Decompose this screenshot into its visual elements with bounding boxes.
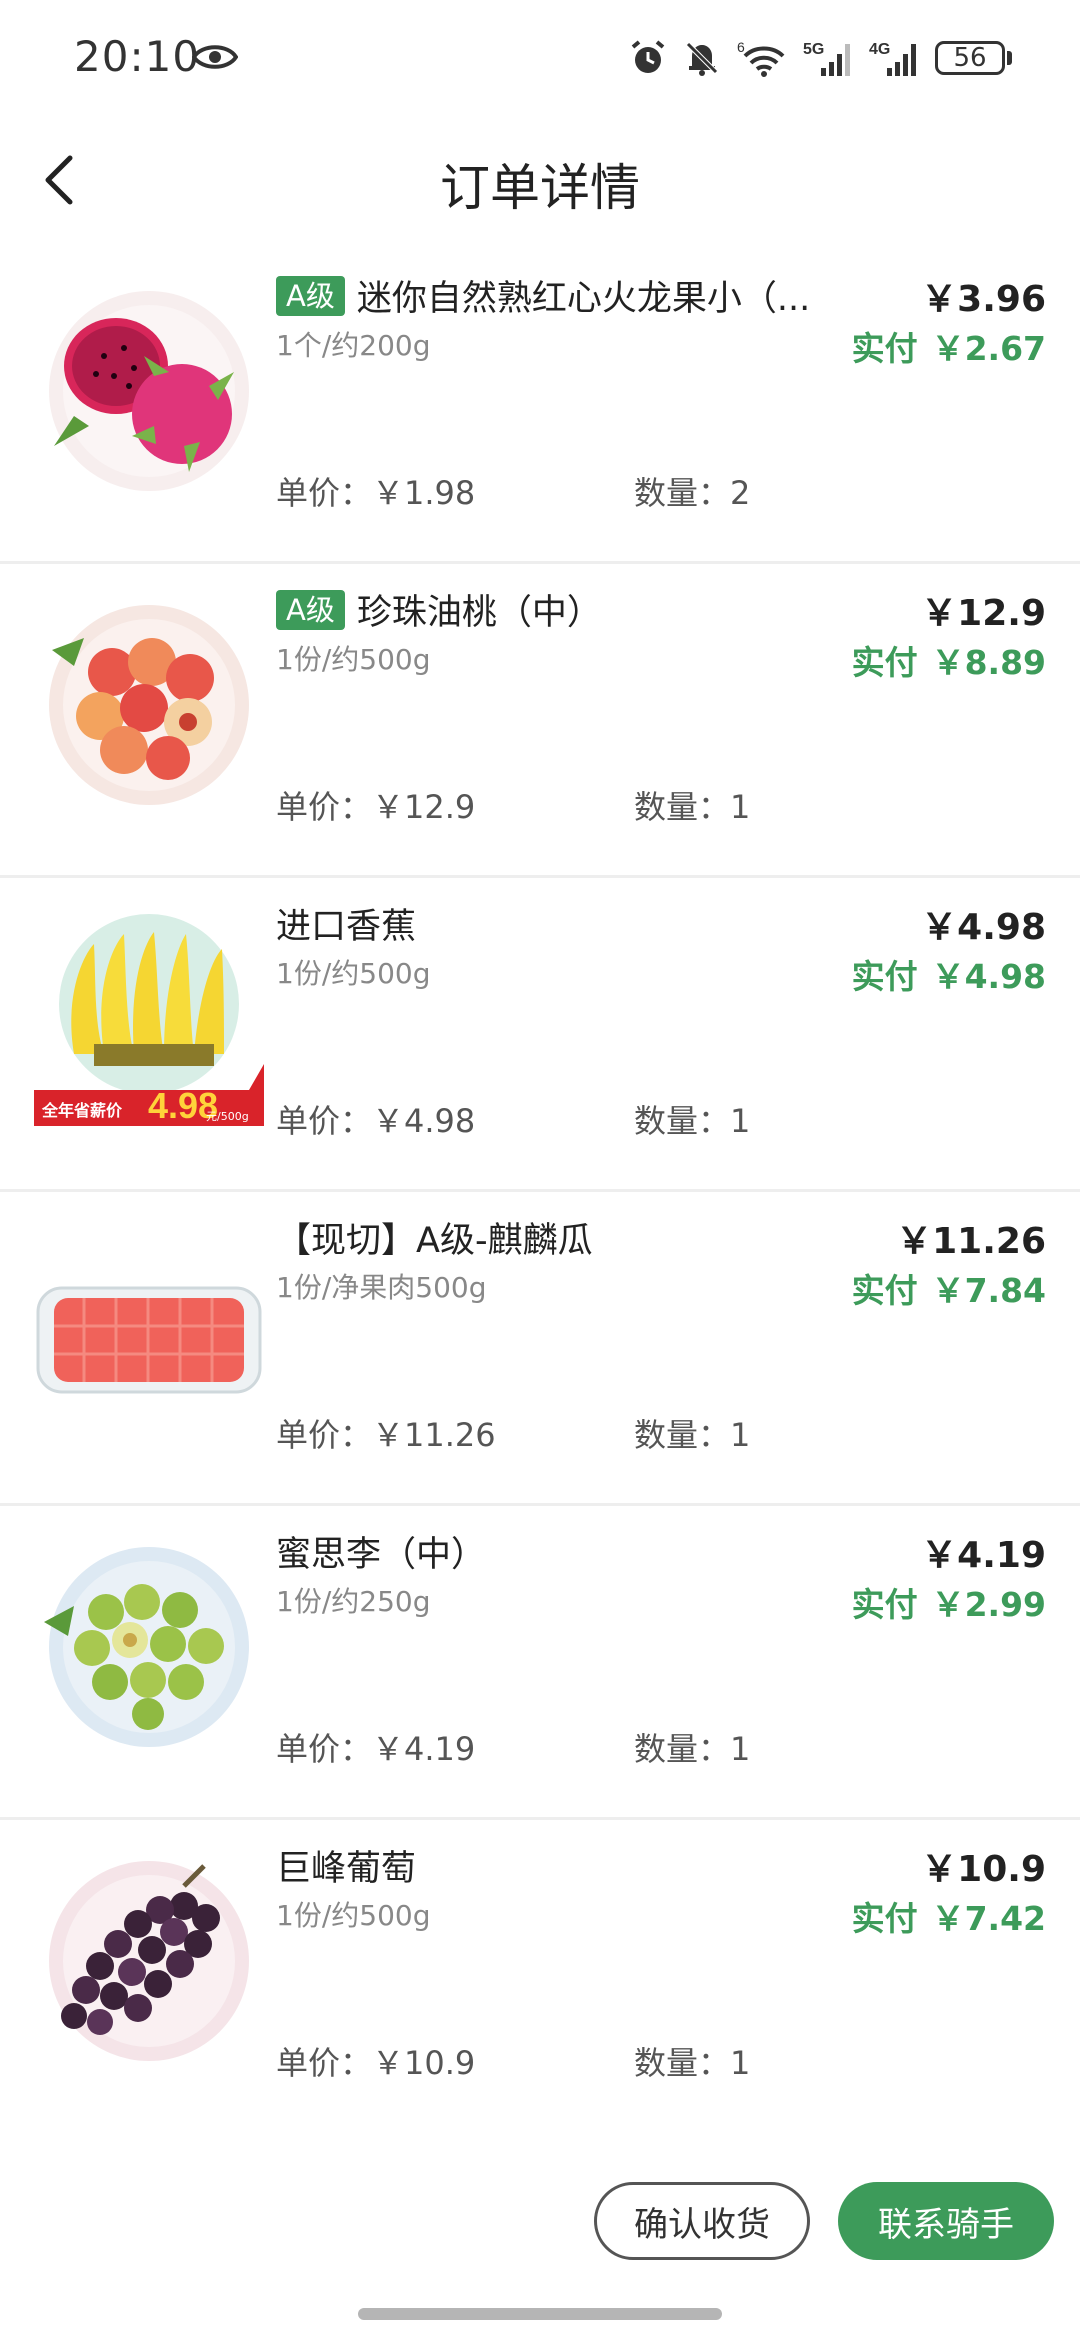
alarm-icon [631, 40, 665, 73]
svg-text:全年省薪价: 全年省薪价 [41, 1101, 123, 1120]
item-price: ￥4.19 [921, 1535, 1046, 1576]
dragon-fruit-image [49, 291, 249, 491]
order-item-list: A级 迷你自然熟红心火龙果小（... 1个/约200g 单价：￥1.98 数量：… [0, 250, 1080, 2134]
quantity: 数量：1 [634, 1102, 751, 1140]
item-spec: 1份/约250g [276, 1585, 431, 1618]
grape-image [49, 1861, 249, 2061]
item-name: 进口香蕉 [276, 907, 417, 947]
paid-price: 实付 ￥4.98 [852, 950, 1046, 998]
paid-amount: ￥7.42 [931, 1899, 1046, 1938]
svg-text:6: 6 [737, 39, 745, 55]
order-item[interactable]: 全年省薪价 4.98 元/500g 进口香蕉 1份/约500g 单价：￥4.98… [0, 878, 1080, 1192]
order-item[interactable]: 巨峰葡萄 1份/约500g 单价：￥10.9 数量：1 ￥10.9 实付 ￥7.4… [0, 1820, 1080, 2134]
item-name: 【现切】A级-麒麟瓜 [276, 1221, 593, 1261]
status-icons: 6 5G 4G 56 [629, 34, 1012, 82]
item-price: ￥4.98 [921, 907, 1046, 948]
item-name: 迷你自然熟红心火龙果小（... [356, 279, 811, 319]
status-time: 20:10 [74, 32, 201, 81]
contact-rider-button[interactable]: 联系骑手 [838, 2182, 1054, 2260]
wifi-icon: 6 [737, 39, 785, 77]
unit-price: 单价：￥4.19 [276, 1730, 476, 1768]
nav-header: 订单详情 [0, 120, 1080, 240]
item-price: ￥12.9 [921, 593, 1046, 634]
item-price: ￥11.26 [896, 1221, 1046, 1262]
order-item[interactable]: 【现切】A级-麒麟瓜 1份/净果肉500g 单价：￥11.26 数量：1 ￥11… [0, 1192, 1080, 1506]
order-item[interactable]: A级 珍珠油桃（中） 1份/约500g 单价：￥12.9 数量：1 ￥12.9 … [0, 564, 1080, 878]
paid-label: 实付 [851, 1899, 918, 1938]
unit-price: 单价：￥10.9 [276, 2044, 476, 2082]
svg-text:4G: 4G [869, 41, 890, 58]
nectarine-image [49, 605, 249, 805]
paid-amount: ￥4.98 [931, 957, 1046, 996]
page-title: 订单详情 [440, 159, 640, 217]
quantity: 数量：1 [634, 1730, 751, 1768]
bell-off-icon [686, 42, 718, 76]
paid-amount: ￥2.67 [931, 329, 1046, 368]
quantity: 数量：1 [634, 2044, 751, 2082]
banana-image: 全年省薪价 4.98 元/500g [34, 914, 264, 1126]
unit-price: 单价：￥4.98 [276, 1102, 476, 1140]
confirm-receipt-button[interactable]: 确认收货 [594, 2182, 810, 2260]
cut-watermelon-image [36, 1286, 262, 1394]
eye-icon [192, 45, 238, 69]
quantity: 数量：1 [634, 1416, 751, 1454]
paid-price: 实付 ￥2.67 [852, 322, 1046, 370]
svg-text:5G: 5G [803, 41, 824, 58]
paid-amount: ￥8.89 [931, 643, 1046, 682]
item-name: 珍珠油桃（中） [356, 593, 602, 633]
item-spec: 1个/约200g [276, 329, 431, 362]
plum-image [44, 1547, 249, 1747]
item-spec: 1份/净果肉500g [276, 1271, 487, 1304]
order-item[interactable]: A级 迷你自然熟红心火龙果小（... 1个/约200g 单价：￥1.98 数量：… [0, 250, 1080, 564]
item-name: 巨峰葡萄 [276, 1849, 417, 1889]
status-bar: 20:10 6 5G 4G 56 [0, 0, 1080, 120]
battery-level: 56 [935, 41, 1005, 75]
item-spec: 1份/约500g [276, 957, 431, 990]
unit-price: 单价：￥11.26 [276, 1416, 496, 1454]
paid-price: 实付 ￥7.42 [852, 1892, 1046, 1940]
paid-price: 实付 ￥2.99 [852, 1578, 1046, 1626]
grade-badge: A级 [276, 275, 345, 316]
paid-label: 实付 [851, 329, 918, 368]
svg-text:元/500g: 元/500g [206, 1110, 249, 1123]
paid-label: 实付 [851, 1585, 918, 1624]
paid-price: 实付 ￥8.89 [852, 636, 1046, 684]
paid-amount: ￥2.99 [931, 1585, 1046, 1624]
paid-label: 实付 [851, 643, 918, 682]
home-indicator[interactable] [358, 2308, 722, 2320]
paid-label: 实付 [851, 957, 918, 996]
item-price: ￥10.9 [921, 1849, 1046, 1890]
item-spec: 1份/约500g [276, 1899, 431, 1932]
paid-amount: ￥7.84 [931, 1271, 1046, 1310]
quantity: 数量：1 [634, 788, 751, 826]
unit-price: 单价：￥12.9 [276, 788, 476, 826]
signal-4g-icon: 4G [869, 41, 916, 76]
signal-5g-icon: 5G [803, 41, 850, 76]
paid-price: 实付 ￥7.84 [852, 1264, 1046, 1312]
item-price: ￥3.96 [921, 279, 1046, 320]
unit-price: 单价：￥1.98 [276, 474, 476, 512]
item-spec: 1份/约500g [276, 643, 431, 676]
grade-badge: A级 [276, 589, 345, 630]
bottom-action-bar: 确认收货 联系骑手 [0, 2130, 1080, 2340]
quantity: 数量：2 [634, 474, 751, 512]
paid-label: 实付 [851, 1271, 918, 1310]
order-item[interactable]: 蜜思李（中） 1份/约250g 单价：￥4.19 数量：1 ￥4.19 实付 ￥2… [0, 1506, 1080, 1820]
item-name: 蜜思李（中） [276, 1535, 487, 1575]
battery-icon: 56 [935, 41, 1012, 75]
